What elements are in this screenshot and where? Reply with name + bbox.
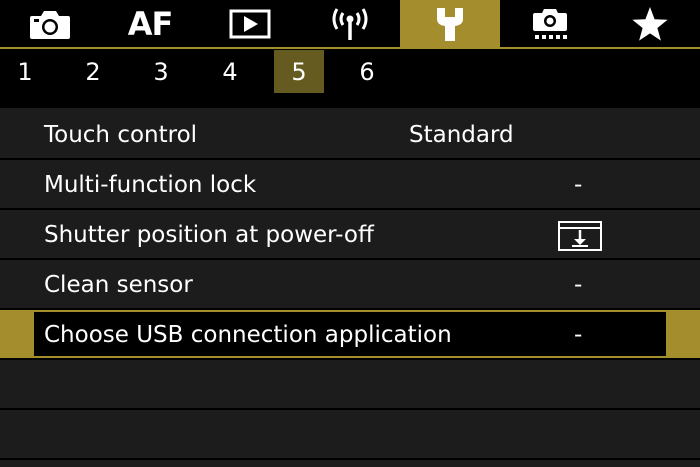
page-tabs: 1 2 3 4 5 6 <box>0 50 700 93</box>
tab-af[interactable]: AF <box>100 0 200 48</box>
menu-item-value: Standard <box>409 122 514 148</box>
menu-item-label: Choose USB connection application <box>44 322 452 348</box>
star-icon <box>631 6 669 42</box>
camera-menu-screen: AF 1 2 3 4 5 6 Touch control Standard Mu… <box>0 0 700 467</box>
wrench-icon <box>433 5 467 43</box>
wireless-icon <box>330 6 370 42</box>
tab-custom[interactable] <box>500 0 600 48</box>
menu-item-empty <box>0 410 700 460</box>
shutter-closed-icon <box>558 221 602 251</box>
camera-settings-icon <box>530 5 570 43</box>
tab-playback[interactable] <box>200 0 300 48</box>
tab-af-label: AF <box>127 5 174 43</box>
menu-item-shutter-position[interactable]: Shutter position at power-off <box>0 210 700 260</box>
tab-mymenu[interactable] <box>600 0 700 48</box>
menu-item-value: - <box>574 272 583 298</box>
menu-item-label: Shutter position at power-off <box>44 222 374 248</box>
tabs-divider <box>0 47 700 49</box>
page-tab-5[interactable]: 5 <box>274 50 324 93</box>
tab-wireless[interactable] <box>300 0 400 48</box>
page-tab-2[interactable]: 2 <box>68 50 118 93</box>
menu-item-empty <box>0 360 700 410</box>
play-icon <box>229 9 271 39</box>
tab-shooting[interactable] <box>0 0 100 48</box>
menu-item-label: Clean sensor <box>44 272 193 298</box>
page-tab-4[interactable]: 4 <box>205 50 255 93</box>
menu-item-label: Touch control <box>44 122 198 148</box>
camera-icon <box>28 8 72 40</box>
tab-setup[interactable] <box>400 0 500 48</box>
menu-item-usb-connection-app[interactable]: Choose USB connection application - <box>0 310 700 360</box>
menu-item-clean-sensor[interactable]: Clean sensor - <box>0 260 700 310</box>
page-tab-3[interactable]: 3 <box>136 50 186 93</box>
menu-item-label: Multi-function lock <box>44 172 257 198</box>
menu-item-multi-function-lock[interactable]: Multi-function lock - <box>0 160 700 210</box>
page-tab-1[interactable]: 1 <box>0 50 50 93</box>
menu-list: Touch control Standard Multi-function lo… <box>0 108 700 467</box>
menu-tabs: AF <box>0 0 700 48</box>
page-tab-6[interactable]: 6 <box>342 50 392 93</box>
menu-item-touch-control[interactable]: Touch control Standard <box>0 110 700 160</box>
menu-item-value: - <box>574 322 583 348</box>
menu-item-value: - <box>574 172 583 198</box>
